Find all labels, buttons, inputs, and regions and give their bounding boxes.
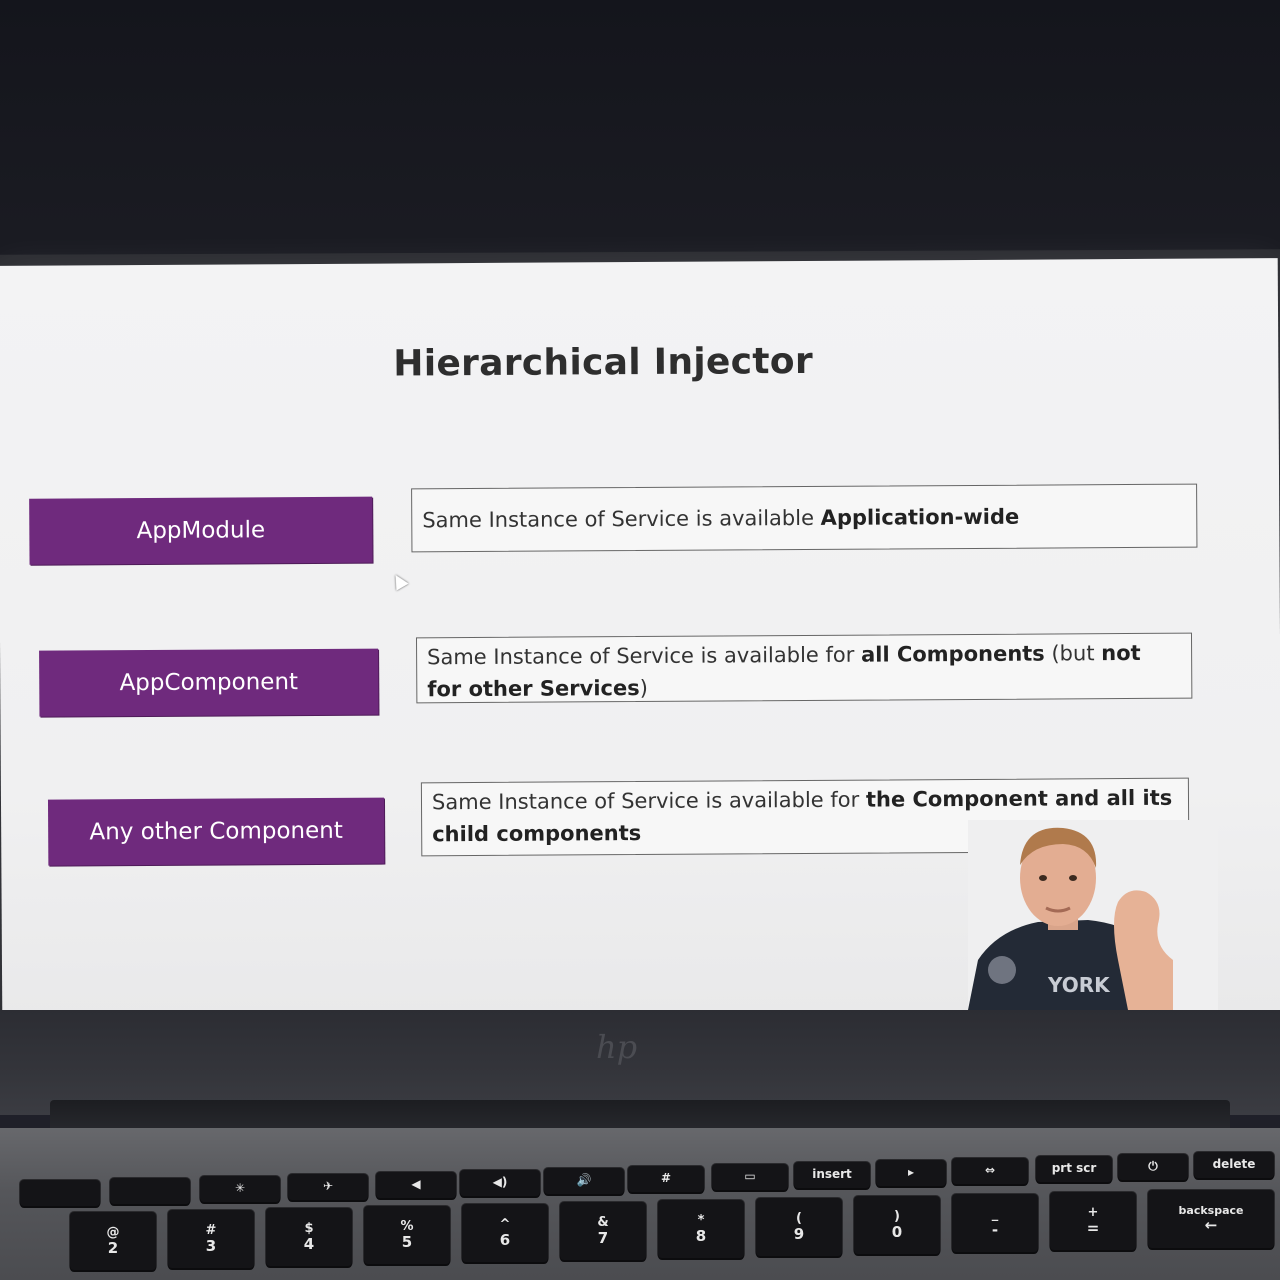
- key-backspace[interactable]: backspace ←: [1148, 1190, 1274, 1248]
- key-6-top: ^: [499, 1216, 511, 1232]
- key-0[interactable]: ) 0: [854, 1196, 940, 1254]
- key-6-bot: 6: [499, 1230, 511, 1249]
- key-0-top: ): [894, 1208, 900, 1224]
- desc-part: Same Instance of Service is available: [422, 505, 821, 533]
- key-fn-4-label: ✈: [322, 1179, 334, 1194]
- backspace-arrow-icon: ←: [1204, 1215, 1218, 1234]
- appmodule-label: AppModule: [136, 517, 266, 545]
- shirt-print: YORK: [1047, 973, 1111, 997]
- key-insert-label: insert: [812, 1167, 852, 1182]
- presenter-eye-right: [1069, 875, 1077, 881]
- key-5[interactable]: % 5: [364, 1206, 450, 1264]
- key-9-bot: 9: [793, 1224, 805, 1243]
- key-fn-4[interactable]: ✈: [288, 1174, 368, 1200]
- key-7-top: &: [597, 1214, 609, 1230]
- key-fn-2[interactable]: [110, 1178, 190, 1204]
- appcomponent-description: Same Instance of Service is available fo…: [415, 632, 1193, 704]
- key-fn-12[interactable]: ⇔: [952, 1158, 1028, 1184]
- key-8-top: *: [697, 1212, 705, 1228]
- photo-scene: Hierarchical Injector AppModule Same Ins…: [0, 0, 1280, 1280]
- key-3-bot: 3: [205, 1236, 217, 1255]
- key-prt-scr[interactable]: prt scr: [1036, 1156, 1112, 1182]
- key-2[interactable]: @2: [70, 1212, 156, 1270]
- key-9[interactable]: (9: [756, 1198, 842, 1256]
- key-8-bot: 8: [695, 1226, 707, 1245]
- key-2-top: @: [106, 1224, 120, 1240]
- power-icon: ⏻: [1148, 1159, 1158, 1174]
- key-equals-bot: =: [1086, 1218, 1100, 1237]
- desc-part-bold: Application-wide: [820, 504, 1020, 530]
- key-fn-6-label: ◀): [492, 1175, 508, 1190]
- key-fn-7[interactable]: 🔊: [544, 1168, 624, 1194]
- key-minus-bot: -: [991, 1220, 999, 1239]
- key-prt-scr-label: prt scr: [1051, 1161, 1097, 1176]
- desc-part: Same Instance of Service is available fo…: [427, 642, 862, 670]
- slide-title: Hierarchical Injector: [393, 340, 814, 385]
- key-fn-7-label: 🔊: [576, 1173, 592, 1188]
- key-fn-11[interactable]: ▸: [876, 1160, 946, 1186]
- any-other-component-box: Any other Component: [47, 797, 385, 866]
- presenter-eye-left: [1039, 875, 1047, 881]
- key-7-bot: 7: [597, 1228, 609, 1247]
- key-power[interactable]: ⏻: [1118, 1154, 1188, 1180]
- key-0-bot: 0: [891, 1222, 903, 1241]
- appmodule-description: Same Instance of Service is available Ap…: [411, 483, 1198, 553]
- key-5-bot: 5: [401, 1232, 413, 1251]
- appcomponent-box: AppComponent: [39, 648, 379, 717]
- key-fn-3[interactable]: ✳: [200, 1176, 280, 1202]
- desc-part: (but: [1044, 641, 1102, 666]
- desc-part-bold: all Components: [860, 641, 1045, 667]
- key-4-bot: 4: [303, 1234, 315, 1253]
- key-equals-top: +: [1087, 1204, 1099, 1220]
- key-8[interactable]: * 8: [658, 1200, 744, 1258]
- key-delete[interactable]: delete: [1194, 1152, 1274, 1178]
- key-insert[interactable]: insert: [794, 1162, 870, 1188]
- presenter-webcam-overlay: YORK: [968, 820, 1218, 1010]
- key-fn-9-label: ▭: [744, 1169, 756, 1184]
- key-delete-label: delete: [1212, 1157, 1256, 1172]
- key-4[interactable]: $4: [266, 1208, 352, 1266]
- key-fn-3-label: ✳: [234, 1181, 246, 1196]
- key-fn-6[interactable]: ◀): [460, 1170, 540, 1196]
- desc-part: Same Instance of Service is available fo…: [431, 787, 866, 815]
- key-fn-1[interactable]: [20, 1180, 100, 1206]
- hp-logo-icon: hp: [596, 1028, 638, 1066]
- key-3[interactable]: #3: [168, 1210, 254, 1268]
- key-backspace-top: backspace: [1178, 1203, 1244, 1217]
- appcomponent-label: AppComponent: [119, 669, 299, 697]
- key-fn-12-label: ⇔: [984, 1163, 996, 1178]
- key-equals[interactable]: + =: [1050, 1192, 1136, 1250]
- key-minus[interactable]: _ -: [952, 1194, 1038, 1252]
- key-6[interactable]: ^ 6: [462, 1204, 548, 1262]
- key-fn-8-label: #: [660, 1171, 672, 1186]
- laptop-keyboard: ✳ ✈ ◀ ◀) 🔊 # ▭ insert ▸ ⇔ prt scr ⏻ dele…: [0, 1150, 1280, 1280]
- key-fn-5[interactable]: ◀: [376, 1172, 456, 1198]
- key-2-bot: 2: [107, 1238, 119, 1257]
- key-3-top: #: [205, 1222, 217, 1238]
- key-fn-9[interactable]: ▭: [712, 1164, 788, 1190]
- key-7[interactable]: & 7: [560, 1202, 646, 1260]
- key-fn-11-label: ▸: [907, 1165, 915, 1180]
- key-fn-5-label: ◀: [411, 1177, 421, 1192]
- microphone: [988, 956, 1016, 984]
- desc-part: ): [639, 675, 648, 700]
- key-fn-8[interactable]: #: [628, 1166, 704, 1192]
- key-5-top: %: [400, 1218, 414, 1234]
- key-minus-top: _: [991, 1206, 999, 1222]
- key-9-top: (: [796, 1210, 802, 1226]
- any-other-component-label: Any other Component: [89, 817, 343, 846]
- appmodule-box: AppModule: [29, 496, 373, 565]
- key-4-top: $: [304, 1220, 314, 1236]
